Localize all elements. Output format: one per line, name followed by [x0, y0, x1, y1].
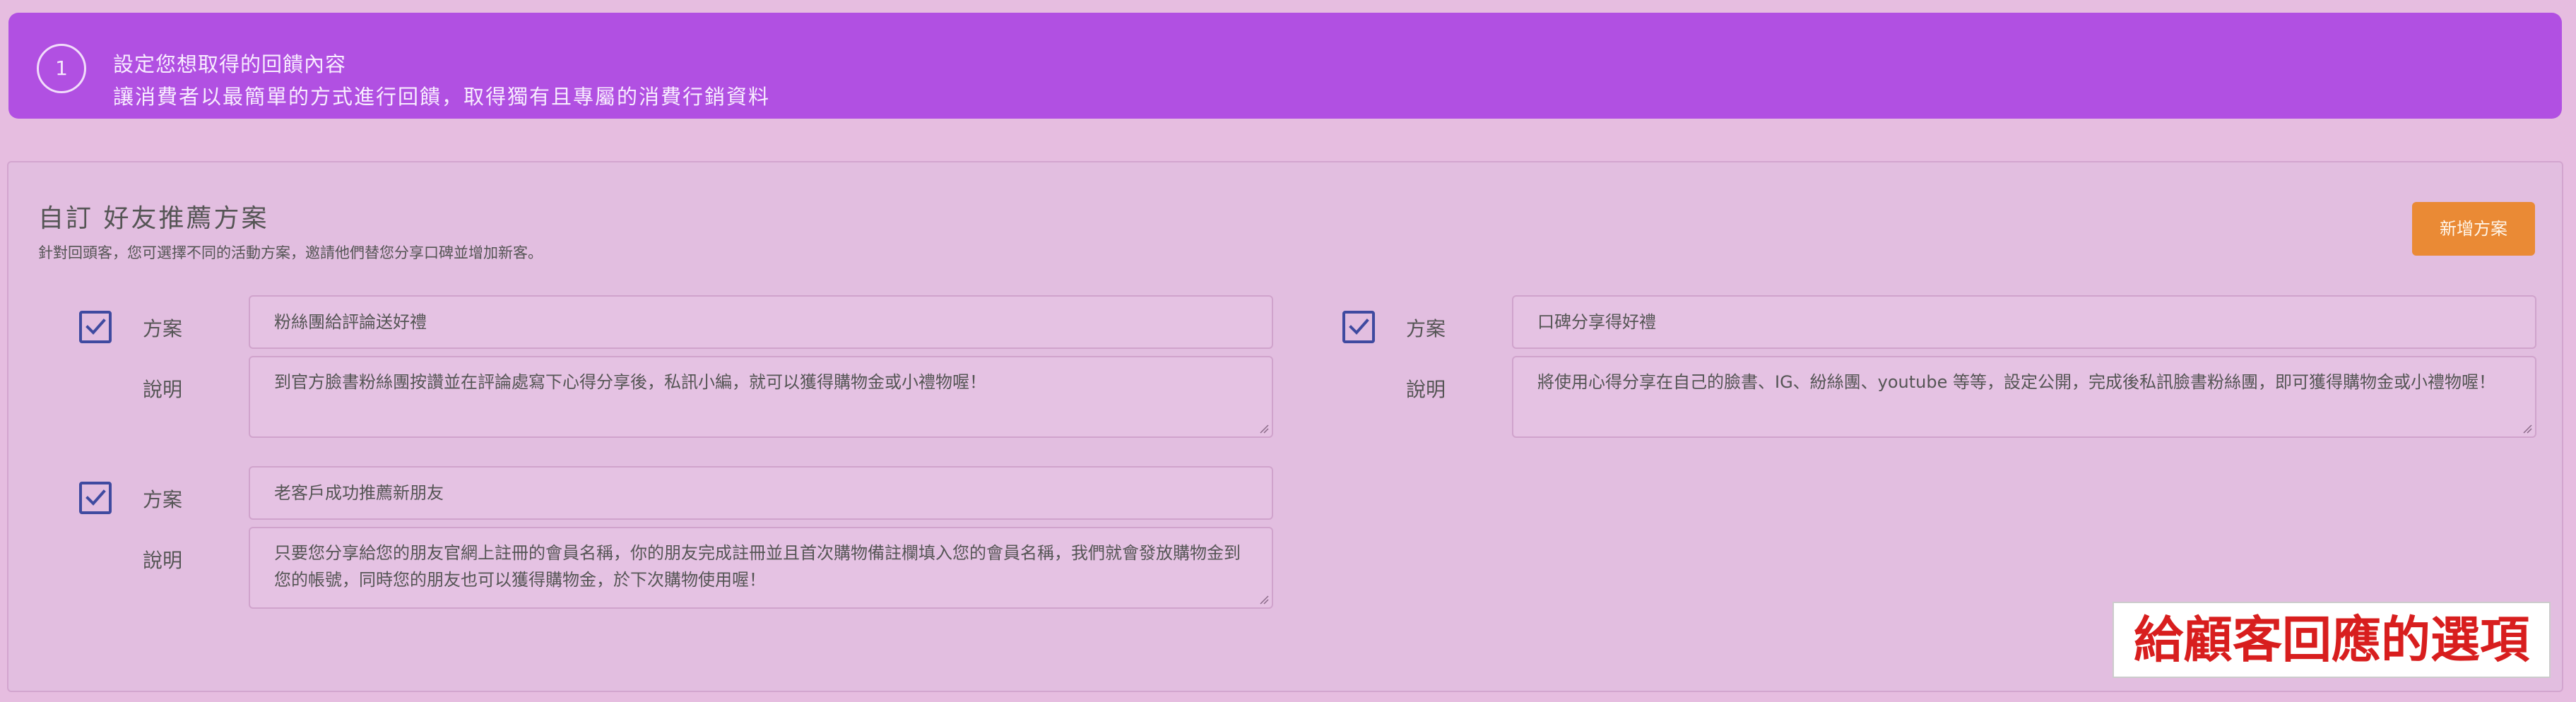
- resize-grip-icon[interactable]: [1259, 595, 1269, 605]
- add-plan-button[interactable]: 新增方案: [2412, 202, 2535, 256]
- checkmark-icon: [85, 489, 106, 506]
- checkmark-icon: [1349, 319, 1369, 335]
- plan-description-text: 只要您分享給您的朋友官網上註冊的會員名稱，你的朋友完成註冊並且首次購物備註欄填入…: [274, 543, 1241, 590]
- description-label: 說明: [143, 549, 183, 572]
- plan-label: 方案: [143, 488, 183, 511]
- plan-name-input[interactable]: 粉絲團給評論送好禮: [249, 295, 1273, 349]
- plan-label: 方案: [1406, 317, 1446, 340]
- checkmark-icon: [85, 319, 106, 335]
- plan-description-text: 將使用心得分享在自己的臉書、IG、紛絲團、youtube 等等，設定公開，完成後…: [1537, 372, 2496, 392]
- plan-item: 方案 說明 老客戶成功推薦新朋友 只要您分享給您的朋友官網上註冊的會員名稱，你的…: [79, 466, 1273, 621]
- plan-item: 方案 說明 粉絲團給評論送好禮 到官方臉書粉絲團按讚並在評論處寫下心得分享後，私…: [79, 295, 1273, 451]
- panel-title: 自訂 好友推薦方案: [38, 204, 269, 233]
- plan-label: 方案: [143, 317, 183, 340]
- plan-description-textarea[interactable]: 只要您分享給您的朋友官網上註冊的會員名稱，你的朋友完成註冊並且首次購物備註欄填入…: [249, 527, 1273, 609]
- plan-item: 方案 說明 口碑分享得好禮 將使用心得分享在自己的臉書、IG、紛絲團、youtu…: [1342, 295, 2536, 451]
- annotation-callout: 給顧客回應的選項: [2113, 602, 2551, 678]
- description-label: 說明: [143, 378, 183, 401]
- resize-grip-icon[interactable]: [1259, 424, 1269, 434]
- step-number-badge: 1: [37, 44, 86, 93]
- panel-description: 針對回頭客，您可選擇不同的活動方案，邀請他們替您分享口碑並增加新客。: [38, 244, 543, 261]
- step-subtitle: 讓消費者以最簡單的方式進行回饋，取得獨有且專屬的消費行銷資料: [113, 85, 771, 109]
- plan-name-input[interactable]: 口碑分享得好禮: [1512, 295, 2536, 349]
- description-label: 說明: [1406, 378, 1446, 401]
- plan-name-input[interactable]: 老客戶成功推薦新朋友: [249, 466, 1273, 520]
- plan-description-textarea[interactable]: 將使用心得分享在自己的臉書、IG、紛絲團、youtube 等等，設定公開，完成後…: [1512, 356, 2536, 438]
- step-title: 設定您想取得的回饋內容: [113, 52, 347, 76]
- plan-checkbox[interactable]: [1342, 311, 1375, 343]
- step-banner: 1 設定您想取得的回饋內容 讓消費者以最簡單的方式進行回饋，取得獨有且專屬的消費…: [8, 13, 2562, 119]
- plan-checkbox[interactable]: [79, 311, 112, 343]
- plan-description-text: 到官方臉書粉絲團按讚並在評論處寫下心得分享後，私訊小編，就可以獲得購物金或小禮物…: [274, 372, 986, 392]
- plan-description-textarea[interactable]: 到官方臉書粉絲團按讚並在評論處寫下心得分享後，私訊小編，就可以獲得購物金或小禮物…: [249, 356, 1273, 438]
- resize-grip-icon[interactable]: [2522, 424, 2532, 434]
- plan-checkbox[interactable]: [79, 482, 112, 514]
